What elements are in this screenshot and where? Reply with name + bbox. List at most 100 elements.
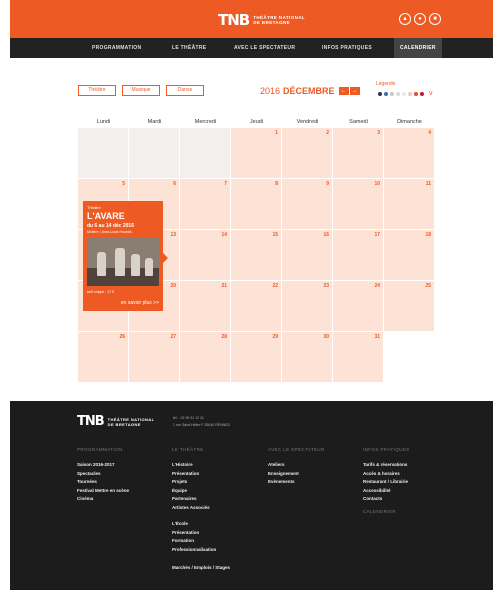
day-number: 11 bbox=[425, 181, 431, 187]
calendar-day-cell[interactable]: 15 bbox=[231, 230, 281, 280]
footer-link[interactable]: Présentation bbox=[172, 530, 199, 535]
filter-musique[interactable]: Musique bbox=[122, 85, 160, 96]
calendar-day-cell[interactable]: 21 bbox=[180, 281, 230, 331]
footer-link[interactable]: Saison 2016-2017 bbox=[77, 462, 115, 467]
footer-link[interactable]: Cinéma bbox=[77, 496, 93, 501]
day-number: 22 bbox=[272, 283, 278, 289]
user-icon[interactable]: ● bbox=[414, 13, 426, 25]
event-card[interactable]: Théâtre L'AVARE du 6 au 14 déc 2016 Moli… bbox=[83, 201, 168, 311]
footer-link[interactable]: Ateliers bbox=[268, 462, 285, 467]
chevron-down-icon[interactable]: v bbox=[429, 90, 433, 97]
event-category: Théâtre bbox=[87, 205, 101, 210]
day-number: 5 bbox=[122, 181, 125, 187]
day-number: 28 bbox=[221, 334, 227, 340]
footer-logo[interactable]: TNB THÉÂTRE NATIONAL DE BRETAGNE bbox=[77, 414, 154, 429]
day-number: 20 bbox=[170, 283, 176, 289]
prev-month-button[interactable]: ← bbox=[338, 87, 349, 95]
ticket-icon[interactable]: ▲ bbox=[399, 13, 411, 25]
footer-link[interactable]: Spectacles bbox=[77, 471, 101, 476]
nav-programmation[interactable]: PROGRAMMATION bbox=[92, 38, 141, 58]
calendar-day-cell[interactable]: 7 bbox=[180, 179, 230, 229]
event-more-link[interactable]: en savoir plus >> bbox=[121, 300, 159, 306]
calendar-day-cell[interactable]: 4 bbox=[384, 128, 434, 178]
logo-line-2: DE BRETAGNE bbox=[253, 20, 291, 25]
calendar-day-cell[interactable]: 2 bbox=[282, 128, 332, 178]
footer-link[interactable]: Enseignement bbox=[268, 471, 299, 476]
footer-link[interactable]: L'Histoire bbox=[172, 462, 193, 467]
footer-link[interactable]: Accès & horaires bbox=[363, 471, 400, 476]
footer-jobs-link[interactable]: Marchés / Emplois / Stages bbox=[172, 565, 230, 570]
legend-dot bbox=[402, 91, 406, 96]
main-nav: PROGRAMMATION LE THÉÂTRE AVEC LE SPECTAT… bbox=[10, 38, 493, 58]
footer-link[interactable]: Contacts bbox=[363, 496, 382, 501]
calendar-day-cell[interactable]: 1 bbox=[231, 128, 281, 178]
filter-theatre[interactable]: Théâtre bbox=[78, 85, 116, 96]
header-icons: ▲ ● ■ bbox=[399, 13, 441, 25]
footer-contact: tél. : 02 99 31 12 31 1 rue Saint-Hélier… bbox=[173, 415, 230, 429]
calendar-day-cell[interactable]: 25 bbox=[384, 281, 434, 331]
day-number: 30 bbox=[323, 334, 329, 340]
calendar-day-cell[interactable]: 23 bbox=[282, 281, 332, 331]
calendar-day-cell[interactable]: 28 bbox=[180, 332, 230, 382]
calendar-month: DÉCEMBRE bbox=[283, 86, 335, 96]
footer-link[interactable]: Evènements bbox=[268, 479, 295, 484]
day-number: 3 bbox=[377, 130, 380, 136]
calendar-day-cell[interactable]: 10 bbox=[333, 179, 383, 229]
day-number: 24 bbox=[374, 283, 380, 289]
footer-link[interactable]: Tournées bbox=[77, 479, 97, 484]
day-header: Mercredi bbox=[194, 119, 217, 125]
calendar-empty-cell bbox=[129, 128, 179, 178]
calendar-day-cell[interactable]: 22 bbox=[231, 281, 281, 331]
day-number: 7 bbox=[224, 181, 227, 187]
legend-label: Légende bbox=[376, 81, 396, 87]
calendar-day-cell[interactable]: 8 bbox=[231, 179, 281, 229]
footer-link[interactable]: Restaurant / Librairie bbox=[363, 479, 408, 484]
legend[interactable]: v bbox=[378, 90, 433, 97]
calendar-day-cell[interactable]: 3 bbox=[333, 128, 383, 178]
nav-infos-pratiques[interactable]: INFOS PRATIQUES bbox=[322, 38, 372, 58]
footer-link[interactable]: Formation bbox=[172, 538, 194, 543]
event-title: L'AVARE bbox=[87, 211, 125, 221]
event-price: tarif unique : 17 € bbox=[87, 290, 115, 294]
calendar-day-cell[interactable]: 11 bbox=[384, 179, 434, 229]
day-number: 15 bbox=[272, 232, 278, 238]
footer-link[interactable]: Partenaires bbox=[172, 496, 197, 501]
day-number: 31 bbox=[374, 334, 380, 340]
next-month-button[interactable]: → bbox=[349, 87, 360, 95]
footer-link[interactable]: Festival Mettre en scène bbox=[77, 488, 129, 493]
footer: TNB THÉÂTRE NATIONAL DE BRETAGNE tél. : … bbox=[10, 401, 493, 590]
day-number: 4 bbox=[428, 130, 431, 136]
calendar-day-cell[interactable]: 24 bbox=[333, 281, 383, 331]
footer-link[interactable]: Professionnalisation bbox=[172, 547, 216, 552]
site-logo[interactable]: TNB THÉÂTRE NATIONAL DE BRETAGNE bbox=[218, 11, 305, 29]
footer-link[interactable]: Présentation bbox=[172, 471, 199, 476]
calendar-day-cell[interactable]: 27 bbox=[129, 332, 179, 382]
calendar-day-cell[interactable]: 31 bbox=[333, 332, 383, 382]
cart-icon[interactable]: ■ bbox=[429, 13, 441, 25]
calendar-day-cell[interactable]: 16 bbox=[282, 230, 332, 280]
legend-dot bbox=[384, 91, 388, 96]
footer-column-title: INFOS PRATIQUES bbox=[363, 447, 410, 452]
footer-link[interactable]: Accessibilité bbox=[363, 488, 391, 493]
calendar-day-cell[interactable]: 29 bbox=[231, 332, 281, 382]
nav-avec-le-spectateur[interactable]: AVEC LE SPECTATEUR bbox=[234, 38, 295, 58]
footer-link[interactable]: Artistes Associés bbox=[172, 505, 210, 510]
footer-calendrier-link[interactable]: CALENDRIER bbox=[363, 509, 396, 514]
footer-link[interactable]: Tarifs & réservations bbox=[363, 462, 407, 467]
nav-le-theatre[interactable]: LE THÉÂTRE bbox=[172, 38, 206, 58]
day-number: 16 bbox=[323, 232, 329, 238]
calendar-day-cell[interactable]: 17 bbox=[333, 230, 383, 280]
footer-link[interactable]: Équipe bbox=[172, 488, 187, 493]
footer-link[interactable]: Projets bbox=[172, 479, 187, 484]
calendar-day-cell[interactable]: 9 bbox=[282, 179, 332, 229]
footer-link[interactable]: L'École bbox=[172, 521, 188, 526]
day-number: 10 bbox=[374, 181, 380, 187]
calendar-day-cell[interactable]: 26 bbox=[78, 332, 128, 382]
calendar-day-cell[interactable]: 14 bbox=[180, 230, 230, 280]
calendar-day-cell[interactable]: 18 bbox=[384, 230, 434, 280]
nav-calendrier[interactable]: CALENDRIER bbox=[394, 38, 442, 58]
calendar-day-cell[interactable]: 30 bbox=[282, 332, 332, 382]
day-number: 21 bbox=[221, 283, 227, 289]
logo-mark: TNB bbox=[218, 11, 250, 29]
filter-danse[interactable]: Danse bbox=[166, 85, 204, 96]
